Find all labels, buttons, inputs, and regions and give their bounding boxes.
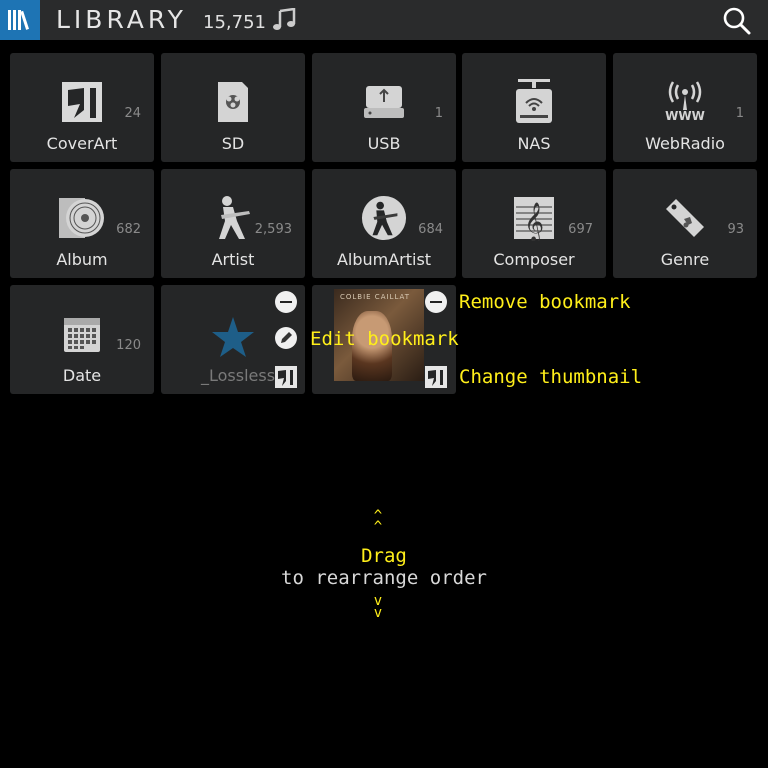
music-note-icon	[273, 8, 296, 30]
tile-label: CoverArt	[46, 134, 118, 153]
drag-hint-title: Drag	[361, 545, 407, 567]
tile-count: 2,593	[254, 222, 292, 237]
artist-icon	[210, 195, 256, 241]
hint-change-thumbnail: Change thumbnail	[459, 366, 643, 388]
sd-card-icon	[210, 79, 256, 125]
tile-count: 682	[116, 222, 141, 237]
track-count: 15,751	[203, 12, 266, 33]
tile-albumartist[interactable]: 684 AlbumArtist	[312, 169, 456, 278]
hint-remove-bookmark: Remove bookmark	[459, 291, 631, 313]
coverart-icon	[59, 79, 105, 125]
tile-artist[interactable]: 2,593 Artist	[161, 169, 305, 278]
album-artist-icon	[361, 195, 407, 241]
search-icon[interactable]	[722, 6, 752, 36]
remove-bookmark-button[interactable]	[275, 291, 297, 313]
nas-icon	[511, 79, 557, 125]
tile-count: 120	[116, 338, 141, 353]
webradio-icon: WWW	[662, 79, 708, 125]
tile-count: 684	[418, 222, 443, 237]
page-title: LIBRARY	[56, 5, 187, 34]
tile-count: 1	[735, 106, 744, 121]
tile-count: 93	[727, 222, 744, 237]
edit-pencil-icon[interactable]	[275, 327, 297, 349]
hint-edit-bookmark: Edit bookmark	[310, 328, 459, 350]
tile-label: SD	[221, 134, 245, 153]
tile-album[interactable]: 682 Album	[10, 169, 154, 278]
change-thumbnail-icon[interactable]	[275, 366, 297, 388]
genre-tag-icon	[662, 195, 708, 241]
tile-genre[interactable]: 93 Genre	[613, 169, 757, 278]
tile-label: NAS	[517, 134, 551, 153]
svg-text:WWW: WWW	[665, 109, 705, 123]
tile-webradio[interactable]: WWW 1 WebRadio	[613, 53, 757, 162]
drag-up-arrow: ^	[373, 519, 383, 535]
tile-label: USB	[367, 134, 401, 153]
tile-usb[interactable]: 1 USB	[312, 53, 456, 162]
drag-hint-subtitle: to rearrange order	[281, 567, 487, 589]
change-thumbnail-icon[interactable]	[425, 366, 447, 388]
tile-label: Artist	[211, 250, 255, 269]
tile-lossless-bookmark[interactable]: _Lossless	[161, 285, 305, 394]
tile-count: 24	[124, 106, 141, 121]
tile-sd[interactable]: SD	[161, 53, 305, 162]
tile-count: 697	[568, 222, 593, 237]
svg-text:𝄞: 𝄞	[524, 202, 544, 241]
star-icon	[212, 317, 254, 357]
tile-nas[interactable]: NAS	[462, 53, 606, 162]
tile-coverart[interactable]: 24 CoverArt	[10, 53, 154, 162]
album-cover-text: COLBIE CAILLAT	[340, 293, 411, 301]
tile-label: Genre	[660, 250, 710, 269]
top-bar: LIBRARY 15,751	[0, 0, 768, 40]
tile-label: AlbumArtist	[336, 250, 432, 269]
calendar-icon	[59, 311, 105, 357]
tile-label: Date	[62, 366, 102, 385]
tile-count: 1	[434, 106, 443, 121]
tile-label: Album	[56, 250, 108, 269]
album-icon	[59, 195, 105, 241]
tile-date[interactable]: 120 Date	[10, 285, 154, 394]
remove-bookmark-button[interactable]	[425, 291, 447, 313]
library-menu-button[interactable]	[0, 0, 40, 40]
usb-drive-icon	[361, 79, 407, 125]
tile-composer[interactable]: 𝄞 697 Composer	[462, 169, 606, 278]
tile-label: Composer	[493, 250, 575, 269]
library-icon	[8, 10, 29, 30]
tile-label: WebRadio	[645, 134, 725, 153]
composer-icon: 𝄞	[511, 195, 557, 241]
drag-down-arrow: v	[373, 605, 383, 621]
